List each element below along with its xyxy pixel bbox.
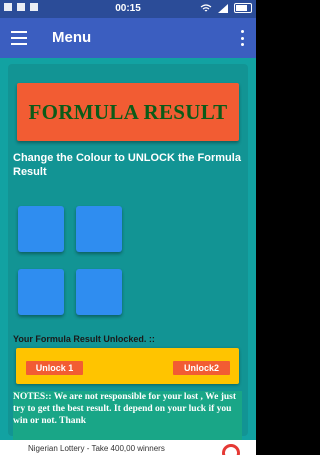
color-square-4[interactable] (76, 269, 122, 315)
app-bar-title: Menu (52, 29, 92, 46)
formula-result-title: FORMULA RESULT (28, 99, 228, 124)
color-square-3[interactable] (18, 269, 64, 315)
notes-text: NOTES:: We are not responsible for your … (13, 391, 242, 441)
color-square-2[interactable] (76, 206, 122, 252)
unlock-2-button[interactable]: Unlock2 (173, 361, 230, 375)
signal-icon (218, 3, 228, 13)
result-unlocked-label: Your Formula Result Unlocked. :: (13, 334, 155, 344)
unlock-1-button[interactable]: Unlock 1 (26, 361, 83, 375)
menu-icon[interactable] (11, 31, 27, 45)
more-vert-icon[interactable] (240, 30, 244, 46)
unlock-bar: Unlock 1 Unlock2 (16, 348, 239, 384)
color-square-1[interactable] (18, 206, 64, 252)
wifi-icon (200, 3, 212, 11)
instruction-text: Change the Colour to UNLOCK the Formula … (13, 152, 241, 178)
formula-result-box: FORMULA RESULT (17, 83, 239, 141)
ad-logo-icon (222, 444, 240, 455)
ad-banner[interactable]: Nigerian Lottery - Take 400,00 winners (0, 440, 256, 455)
app-bar: Menu (0, 18, 256, 58)
battery-icon (234, 3, 252, 13)
status-bar: 00:15 (0, 0, 256, 18)
status-right (200, 3, 252, 13)
ad-text: Nigerian Lottery - Take 400,00 winners (28, 444, 165, 453)
